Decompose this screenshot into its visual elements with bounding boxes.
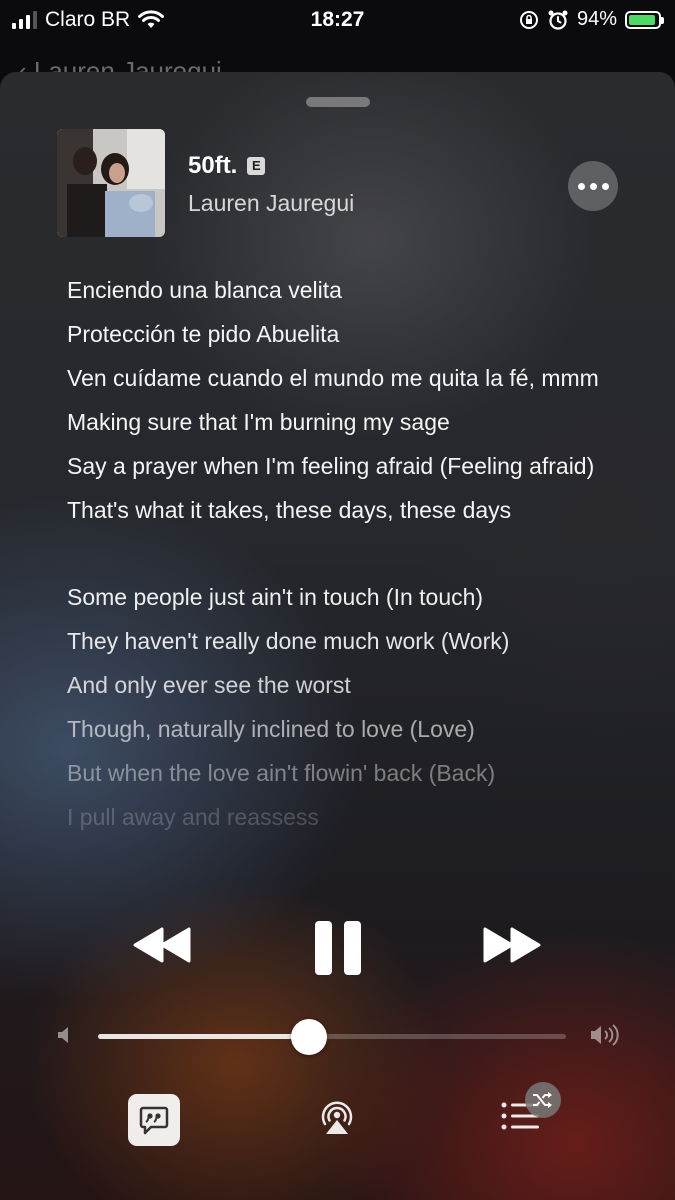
volume-knob[interactable] bbox=[290, 1019, 327, 1055]
lyric-line[interactable]: Ven cuídame cuando el mundo me quita la … bbox=[67, 362, 627, 395]
airplay-icon[interactable] bbox=[316, 1096, 358, 1138]
shuffle-icon bbox=[533, 1092, 552, 1108]
lyrics-button[interactable] bbox=[128, 1094, 180, 1146]
album-artwork[interactable] bbox=[57, 129, 165, 237]
shuffle-badge[interactable] bbox=[525, 1082, 561, 1118]
song-title: 50ft. bbox=[188, 152, 238, 179]
more-options-button[interactable] bbox=[568, 161, 618, 211]
now-playing-screen: Claro BR 18:27 94% ‹ Lauren Jauregui 50f… bbox=[0, 0, 675, 1200]
playback-controls bbox=[0, 920, 675, 980]
fast-forward-icon[interactable] bbox=[482, 926, 542, 964]
battery-fill bbox=[629, 14, 656, 25]
more-dot bbox=[601, 182, 609, 190]
volume-low-icon bbox=[58, 1027, 68, 1043]
volume-fill bbox=[98, 1034, 309, 1039]
volume-slider[interactable] bbox=[98, 1019, 566, 1055]
lyric-line[interactable]: Enciendo una blanca velita bbox=[67, 274, 627, 307]
orientation-lock-icon bbox=[519, 10, 538, 29]
artist-name[interactable]: Lauren Jauregui bbox=[188, 190, 354, 217]
volume-high-icon bbox=[591, 1024, 619, 1046]
lyric-line[interactable]: Protección te pido Abuelita bbox=[67, 318, 627, 351]
status-bar: Claro BR 18:27 94% bbox=[0, 0, 675, 40]
lyric-line[interactable]: Some people just ain't in touch (In touc… bbox=[67, 581, 627, 614]
bottom-toolbar bbox=[0, 1082, 675, 1162]
more-dot bbox=[589, 182, 597, 190]
status-right: 94% bbox=[519, 8, 664, 31]
lyric-line[interactable]: That's what it takes, these days, these … bbox=[67, 494, 627, 527]
rewind-icon[interactable] bbox=[132, 926, 192, 964]
lyric-line[interactable]: Making sure that I'm burning my sage bbox=[67, 406, 627, 439]
lyric-line[interactable]: But when the love ain't flowin' back (Ba… bbox=[67, 757, 627, 790]
lyric-line[interactable]: Though, naturally inclined to love (Love… bbox=[67, 713, 627, 746]
song-title-row: 50ft. E bbox=[188, 152, 266, 180]
lyric-line[interactable]: Say a prayer when I'm feeling afraid (Fe… bbox=[67, 450, 627, 483]
lyric-line[interactable]: I pull away and reassess bbox=[67, 801, 627, 834]
sheet-grabber[interactable] bbox=[306, 97, 370, 107]
stanza-gap bbox=[67, 538, 627, 581]
battery-icon bbox=[625, 10, 664, 29]
lyric-line[interactable]: They haven't really done much work (Work… bbox=[67, 625, 627, 658]
now-playing-sheet: 50ft. E Lauren Jauregui Enciendo una bla… bbox=[0, 72, 675, 1200]
quote-bubble-icon bbox=[139, 1106, 169, 1135]
volume-control bbox=[0, 1017, 675, 1057]
lyrics-panel[interactable]: Enciendo una blanca velita Protección te… bbox=[67, 274, 627, 845]
pause-icon[interactable] bbox=[314, 920, 362, 976]
more-dot bbox=[577, 182, 585, 190]
alarm-icon bbox=[548, 10, 568, 30]
album-artwork-image bbox=[57, 129, 165, 237]
battery-percent: 94% bbox=[576, 8, 617, 30]
lyric-line[interactable]: And only ever see the worst bbox=[67, 669, 627, 702]
explicit-badge: E bbox=[247, 157, 266, 175]
